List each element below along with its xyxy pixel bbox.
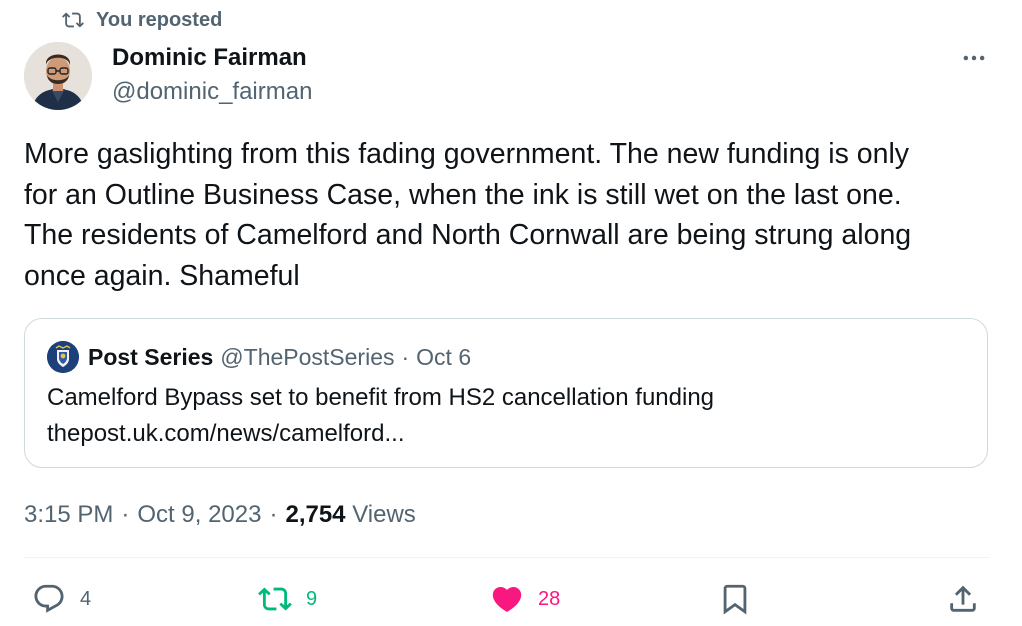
share-upload-icon — [950, 585, 976, 612]
reply-button[interactable]: 4 — [32, 582, 91, 616]
author-name[interactable]: Dominic Fairman — [112, 42, 307, 74]
reply-bubble-icon — [34, 584, 64, 613]
more-dots-icon — [963, 55, 985, 61]
meta-dot: · — [269, 501, 278, 528]
tweet-meta: 3:15 PM · Oct 9, 2023 · 2,754 Views — [24, 498, 416, 532]
heart-filled-icon — [492, 586, 522, 612]
repost-icon — [258, 587, 292, 611]
quote-author-name: Post Series — [88, 344, 214, 370]
views-label: Views — [352, 501, 416, 528]
more-options-button[interactable] — [958, 44, 990, 72]
repost-icon — [62, 12, 84, 28]
quote-header: Post Series @ThePostSeries · Oct 6 — [47, 341, 471, 373]
quote-author-handle: @ThePostSeries — [220, 344, 395, 370]
quote-separator: · — [401, 344, 410, 370]
quote-date: Oct 6 — [416, 344, 472, 370]
quote-title: Camelford Bypass set to benefit from HS2… — [47, 384, 715, 411]
repost-banner-label: You reposted — [96, 8, 223, 31]
divider — [24, 557, 990, 558]
tweet-date[interactable]: Oct 9, 2023 — [137, 501, 261, 528]
quoted-tweet-card[interactable]: Post Series @ThePostSeries · Oct 6 Camel… — [24, 318, 988, 468]
repost-count: 9 — [306, 587, 318, 610]
views-count: 2,754 — [285, 501, 346, 528]
author-avatar[interactable] — [24, 42, 92, 110]
quote-link[interactable]: thepost.uk.com/news/camelford... — [47, 417, 405, 451]
crest-icon — [47, 341, 79, 373]
repost-banner: You reposted — [62, 6, 222, 34]
repost-button[interactable]: 9 — [258, 582, 317, 616]
author-handle[interactable]: @dominic_fairman — [112, 76, 312, 108]
like-button[interactable]: 28 — [490, 582, 560, 616]
bookmark-icon — [723, 584, 747, 615]
author-avatar-image — [24, 42, 92, 110]
tweet-text: More gaslighting from this fading govern… — [24, 138, 912, 292]
like-count: 28 — [538, 587, 561, 610]
tweet-time[interactable]: 3:15 PM — [24, 501, 113, 528]
share-button[interactable] — [946, 582, 980, 616]
quote-avatar — [47, 341, 79, 373]
bookmark-button[interactable] — [718, 582, 752, 616]
reply-count: 4 — [80, 587, 92, 610]
meta-dot: · — [121, 501, 130, 528]
